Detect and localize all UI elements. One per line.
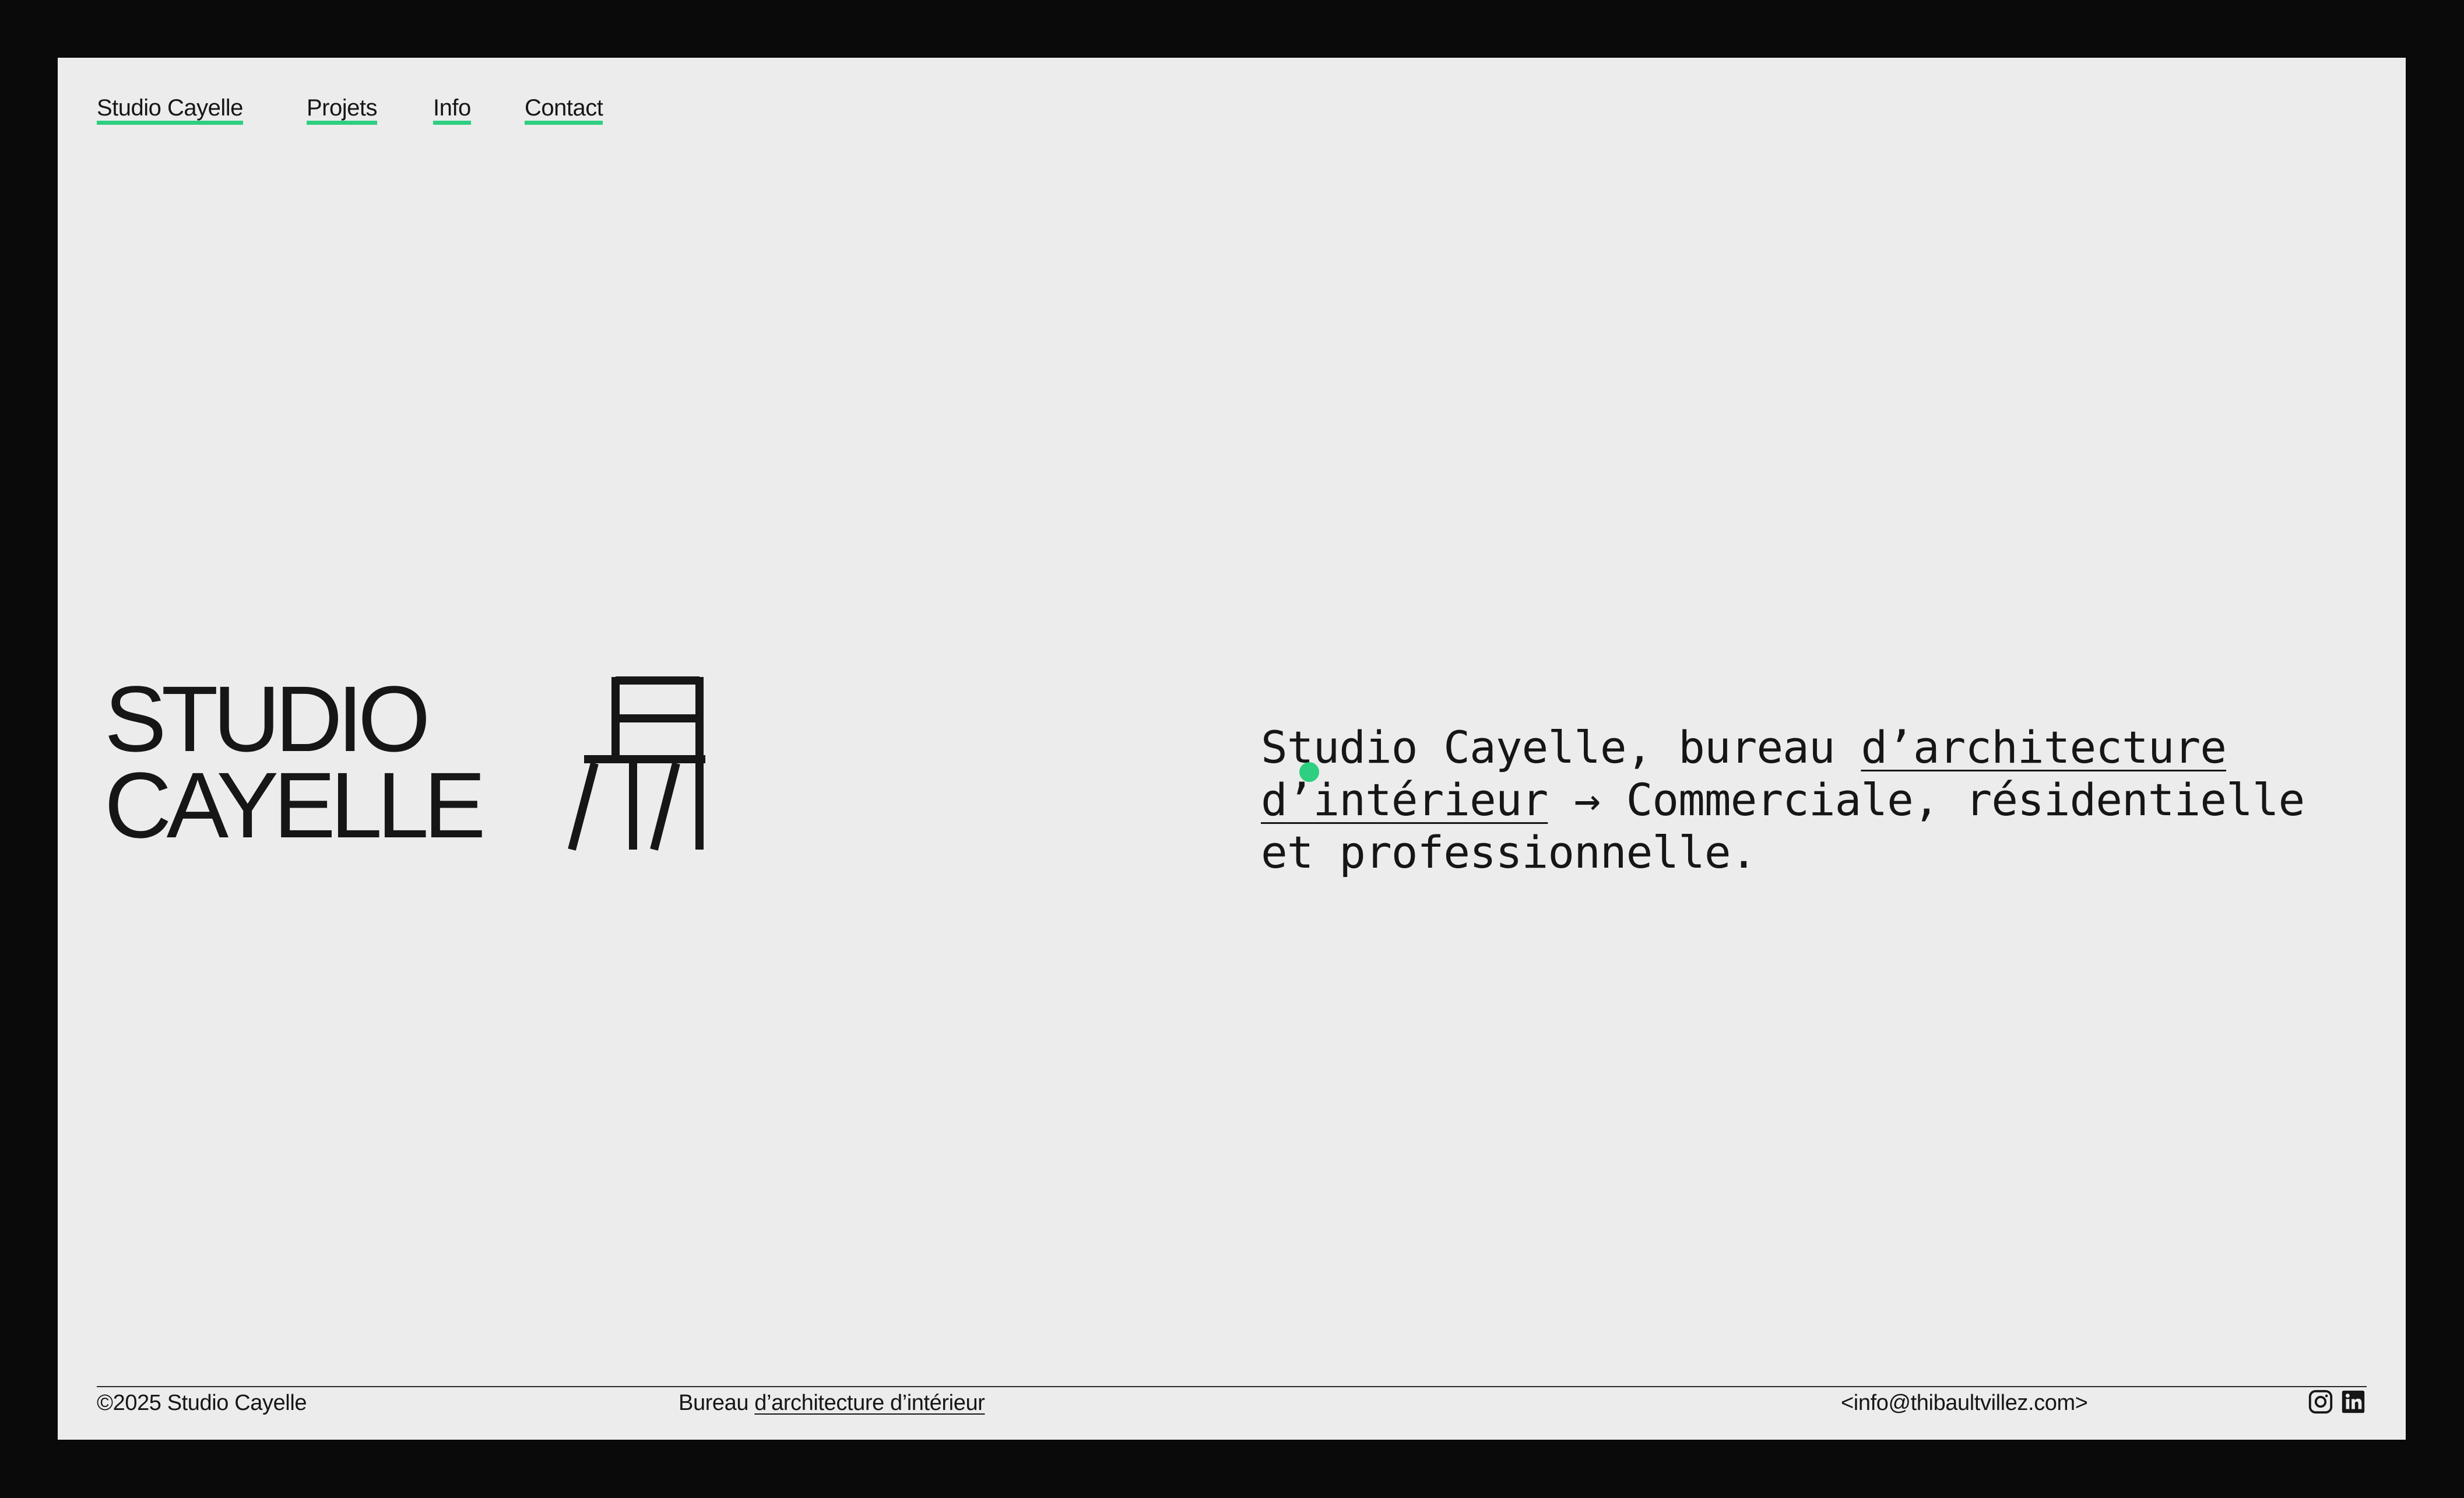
desc-prefix: Studio Cayelle, bureau [1261,721,1861,773]
footer-tagline-link[interactable]: d’architecture d’intérieur [754,1391,985,1415]
social-links [2307,1388,2367,1415]
nav-item-info[interactable]: Info [433,95,471,125]
linkedin-icon[interactable] [2340,1388,2367,1415]
nav-brand-link[interactable]: Studio Cayelle [97,95,243,125]
footer-tagline: Bureau d’architecture d’intérieur [679,1391,985,1416]
footer-divider [97,1386,2367,1387]
arrow-icon: → [1574,774,1601,826]
footer-copyright: ©2025 Studio Cayelle [97,1391,307,1415]
logo-wordmark: STUDIO CAYELLE [104,666,486,857]
chair-icon [568,676,705,851]
page: Studio Cayelle Projets Info Contact STUD… [58,58,2406,1440]
footer-tagline-prefix: Bureau [679,1391,755,1415]
footer: ©2025 Studio Cayelle Bureau d’architectu… [97,1388,2367,1426]
instagram-icon[interactable] [2307,1388,2334,1415]
footer-email-link[interactable]: <info@thibaultvillez.com> [1841,1391,2088,1416]
nav-item-projets[interactable]: Projets [307,95,378,125]
hero-description: Studio Cayelle, bureau d’architecture d’… [1261,721,2380,879]
nav-item-contact[interactable]: Contact [525,95,603,125]
hero-logo: STUDIO CAYELLE [104,666,705,862]
logo-line-1: STUDIO [104,666,430,771]
cursor-dot [1299,762,1319,782]
logo-line-2: CAYELLE [104,753,486,857]
